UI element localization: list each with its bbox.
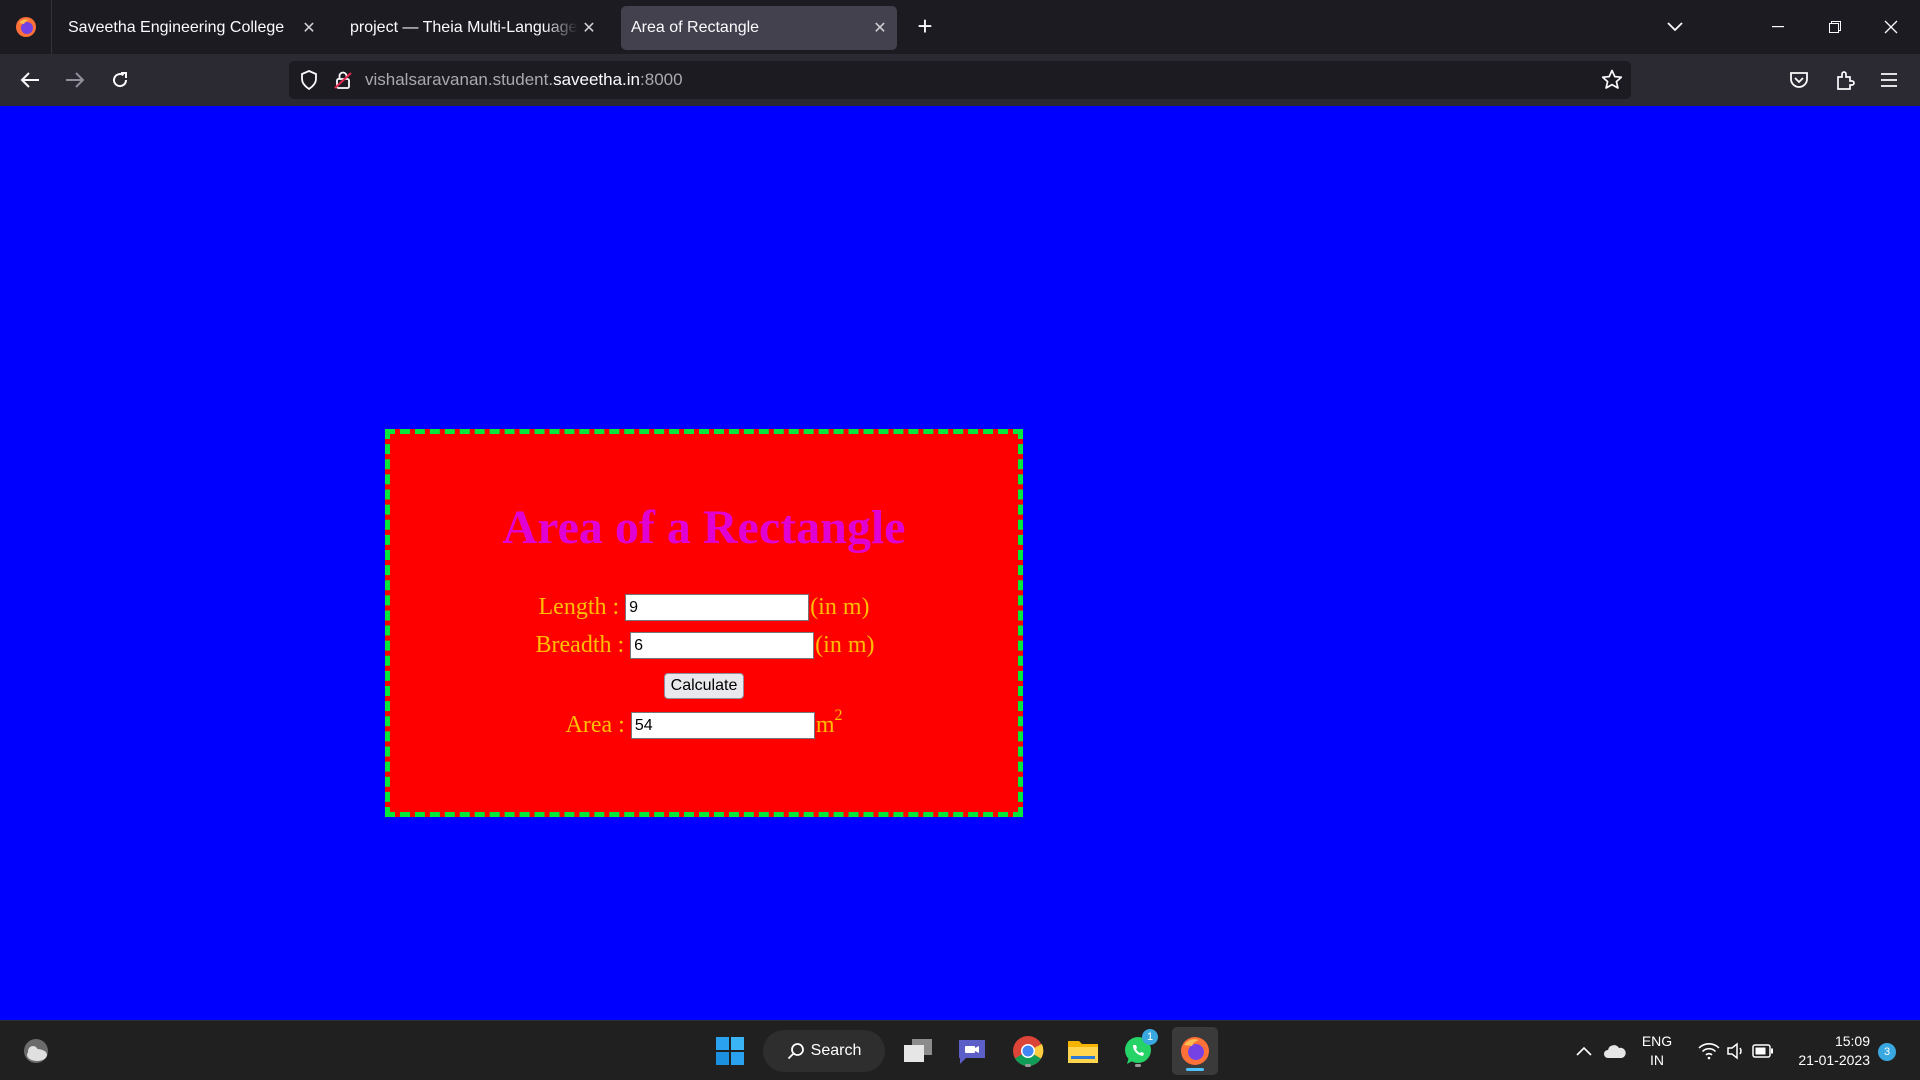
running-indicator (1135, 1064, 1141, 1067)
clock-date: 21-01-2023 (1798, 1052, 1870, 1068)
start-button[interactable] (710, 1031, 750, 1071)
extensions-button[interactable] (1827, 62, 1863, 98)
area-unit-base: m (815, 712, 835, 738)
tab-theia-project[interactable]: project — Theia Multi-Language Explorer … (336, 6, 606, 50)
chrome-taskbar-button[interactable] (1008, 1031, 1048, 1071)
app-menu-button[interactable] (1871, 62, 1907, 98)
search-icon (787, 1043, 804, 1060)
whatsapp-button[interactable]: 1 (1118, 1029, 1158, 1071)
firefox-icon (15, 17, 36, 37)
back-button[interactable] (12, 62, 48, 98)
close-icon[interactable]: ✕ (869, 17, 891, 39)
minimize-button[interactable] (1755, 8, 1801, 46)
windows-taskbar: Search 1 ENG IN 15:09 21-01-2023 3 (0, 1020, 1920, 1080)
length-row: Length : (in m) (390, 594, 1018, 621)
rectangle-calculator-card: Area of a Rectangle Length : (in m) Brea… (385, 429, 1023, 817)
tab-label: project — Theia Multi-Language Explorer (350, 19, 578, 36)
pocket-button[interactable] (1781, 62, 1817, 98)
teams-chat-button[interactable] (952, 1031, 992, 1071)
reload-icon (113, 72, 128, 88)
firefox-taskbar-button[interactable] (1172, 1027, 1218, 1075)
tab-label: Saveetha Engineering College (68, 19, 285, 36)
taskbar-search-button[interactable]: Search (763, 1030, 885, 1072)
tab-area-of-rectangle[interactable]: Area of Rectangle ✕ (621, 6, 897, 50)
bookmark-star-icon[interactable] (1601, 69, 1623, 91)
puzzle-icon (1837, 71, 1855, 90)
length-input[interactable] (625, 594, 810, 621)
language-code: ENG (1641, 1033, 1673, 1049)
volume-icon (1727, 1042, 1742, 1060)
folder-icon (1068, 1041, 1098, 1063)
task-view-button[interactable] (898, 1031, 938, 1071)
calculate-button[interactable]: Calculate (663, 673, 745, 699)
firefox-icon (1181, 1037, 1209, 1065)
length-unit: (in m) (810, 594, 870, 620)
chrome-icon (1013, 1036, 1044, 1067)
area-output[interactable] (630, 712, 815, 739)
weather-cloud-icon (24, 1039, 48, 1063)
notification-center-badge[interactable]: 3 (1878, 1043, 1896, 1061)
chevron-up-icon (1576, 1046, 1592, 1056)
url-prefix: vishalsaravanan.student. (365, 70, 554, 89)
running-indicator (1025, 1064, 1031, 1067)
url-port: :8000 (640, 70, 683, 89)
notification-badge: 1 (1142, 1029, 1158, 1045)
clock-time: 15:09 (1834, 1033, 1870, 1049)
tab-label: Area of Rectangle (631, 19, 760, 36)
show-hidden-icons-button[interactable] (1572, 1031, 1596, 1071)
url-text[interactable]: vishalsaravanan.student.saveetha.in:8000 (365, 70, 683, 90)
quick-settings-button[interactable] (1688, 1031, 1784, 1071)
region-code: IN (1650, 1052, 1664, 1068)
area-row: Area : m2 (390, 708, 1018, 739)
restore-icon (1829, 21, 1841, 33)
onedrive-cloud-icon (1604, 1045, 1626, 1058)
area-unit-exponent: 2 (834, 707, 843, 724)
windows-logo-icon (716, 1037, 744, 1065)
area-label: Area : (565, 712, 625, 738)
arrow-right-icon (66, 72, 85, 88)
firefox-view-button[interactable] (0, 0, 52, 54)
url-domain: saveetha.in (553, 70, 641, 89)
weather-widget[interactable] (16, 1031, 56, 1071)
list-all-tabs-button[interactable] (1660, 13, 1690, 41)
clock[interactable]: 15:09 21-01-2023 (1786, 1032, 1870, 1070)
length-label: Length : (538, 594, 620, 620)
shield-icon[interactable] (299, 70, 319, 90)
restore-button[interactable] (1812, 8, 1858, 46)
pocket-icon (1790, 72, 1808, 88)
breadth-input[interactable] (630, 632, 815, 659)
chevron-down-icon (1667, 22, 1683, 32)
close-icon[interactable]: ✕ (298, 17, 320, 39)
arrow-left-icon (20, 72, 39, 88)
tab-bar: Saveetha Engineering College ✕ project —… (0, 0, 1920, 54)
wifi-icon (1698, 1043, 1720, 1060)
breadth-unit: (in m) (815, 632, 875, 658)
hamburger-menu-icon (1881, 73, 1897, 87)
new-tab-button[interactable]: + (910, 12, 940, 42)
language-indicator[interactable]: ENG IN (1634, 1032, 1680, 1070)
reload-button[interactable] (102, 62, 138, 98)
file-explorer-button[interactable] (1063, 1031, 1103, 1071)
forward-button[interactable] (57, 62, 93, 98)
lock-insecure-icon[interactable] (333, 70, 353, 90)
area-unit: m2 (815, 708, 843, 739)
search-label: Search (810, 1042, 862, 1059)
active-indicator (1186, 1068, 1204, 1071)
teams-chat-icon (959, 1040, 985, 1064)
page-title: Area of a Rectangle (502, 501, 906, 554)
calculate-row: Calculate (390, 673, 1018, 699)
close-icon[interactable]: ✕ (578, 17, 600, 39)
close-window-button[interactable] (1868, 8, 1914, 46)
battery-icon (1752, 1044, 1773, 1058)
tab-saveetha[interactable]: Saveetha Engineering College ✕ (56, 6, 326, 50)
address-bar[interactable]: vishalsaravanan.student.saveetha.in:8000 (289, 61, 1631, 99)
close-icon (1884, 20, 1898, 34)
breadth-label: Breadth : (535, 632, 625, 658)
task-view-icon (904, 1039, 932, 1062)
navigation-toolbar: vishalsaravanan.student.saveetha.in:8000 (0, 54, 1920, 106)
page-content: Area of a Rectangle Length : (in m) Brea… (0, 106, 1920, 1020)
onedrive-button[interactable] (1600, 1031, 1630, 1071)
breadth-row: Breadth : (in m) (390, 632, 1018, 659)
minimize-icon (1772, 26, 1784, 28)
